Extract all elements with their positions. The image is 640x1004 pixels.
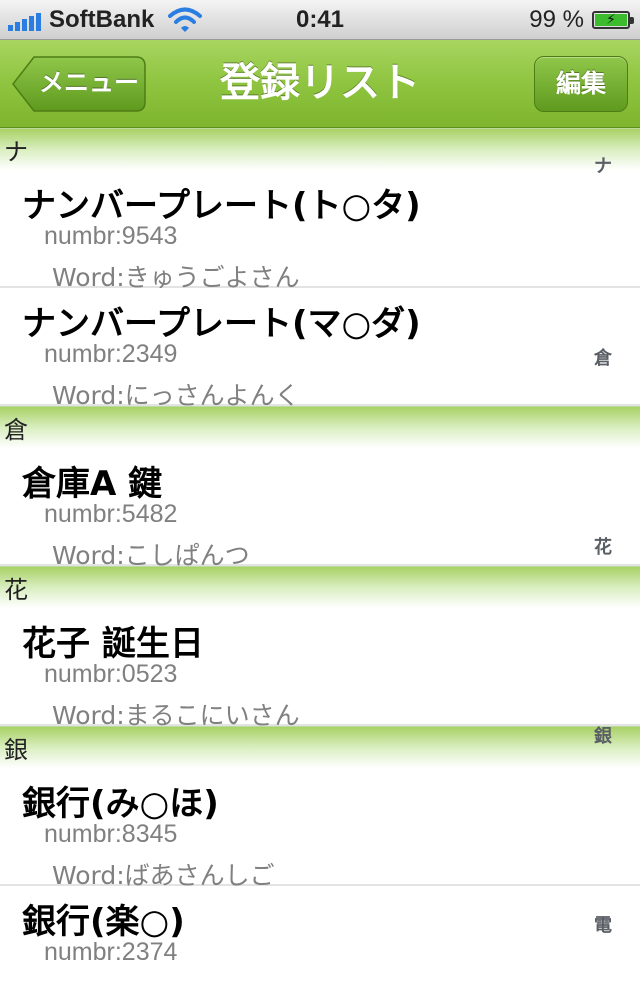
item-title: 銀行(み○ほ): [22, 784, 219, 824]
item-title: ナンバープレート(マ○ダ): [22, 304, 421, 344]
item-number: numbr:2374: [44, 938, 178, 966]
registered-list: ナ ナンバープレート(ト○タ) numbr:9543 Word:きゅうごよさん …: [0, 128, 640, 1004]
item-title: ナンバープレート(ト○タ): [22, 186, 421, 226]
section-header: 倉: [0, 406, 640, 448]
list-item[interactable]: 倉庫A 鍵 numbr:5482 Word:こしぱんつ: [0, 448, 640, 570]
section-header: 銀: [0, 726, 640, 768]
battery-icon: ⚡: [592, 11, 634, 29]
index-item[interactable]: 銀: [588, 722, 618, 748]
status-bar: SoftBank 0:41 99 % ⚡: [0, 0, 640, 40]
list-item[interactable]: ナンバープレート(ト○タ) numbr:9543 Word:きゅうごよさん: [0, 170, 640, 292]
status-right: 99 % ⚡: [529, 0, 634, 40]
list-item[interactable]: 銀行(楽○) numbr:2374: [0, 886, 640, 1004]
list-item[interactable]: 銀行(み○ほ) numbr:8345 Word:ばあさんしご: [0, 768, 640, 890]
item-title: 花子 誕生日: [22, 624, 204, 664]
item-number: numbr:9543: [44, 222, 178, 250]
list-item[interactable]: ナンバープレート(マ○ダ) numbr:2349 Word:にっさんよんく: [0, 288, 640, 410]
index-item[interactable]: 倉: [588, 344, 618, 370]
list-item[interactable]: 花子 誕生日 numbr:0523 Word:まるこにいさん: [0, 608, 640, 730]
item-number: numbr:2349: [44, 340, 178, 368]
item-number: numbr:8345: [44, 820, 178, 848]
navigation-bar: メニュー 登録リスト 編集: [0, 40, 640, 128]
item-title: 銀行(楽○): [22, 902, 185, 942]
battery-percent: 99 %: [529, 6, 584, 33]
item-number: numbr:5482: [44, 500, 178, 528]
index-item[interactable]: 電: [588, 911, 618, 937]
item-title: 倉庫A 鍵: [22, 464, 163, 504]
edit-button[interactable]: 編集: [534, 56, 628, 112]
charging-bolt-icon: ⚡: [606, 12, 616, 28]
section-header: 花: [0, 566, 640, 608]
section-header: ナ: [0, 128, 640, 170]
index-item[interactable]: 花: [588, 533, 618, 559]
index-item[interactable]: ナ: [588, 152, 618, 178]
item-number: numbr:0523: [44, 660, 178, 688]
